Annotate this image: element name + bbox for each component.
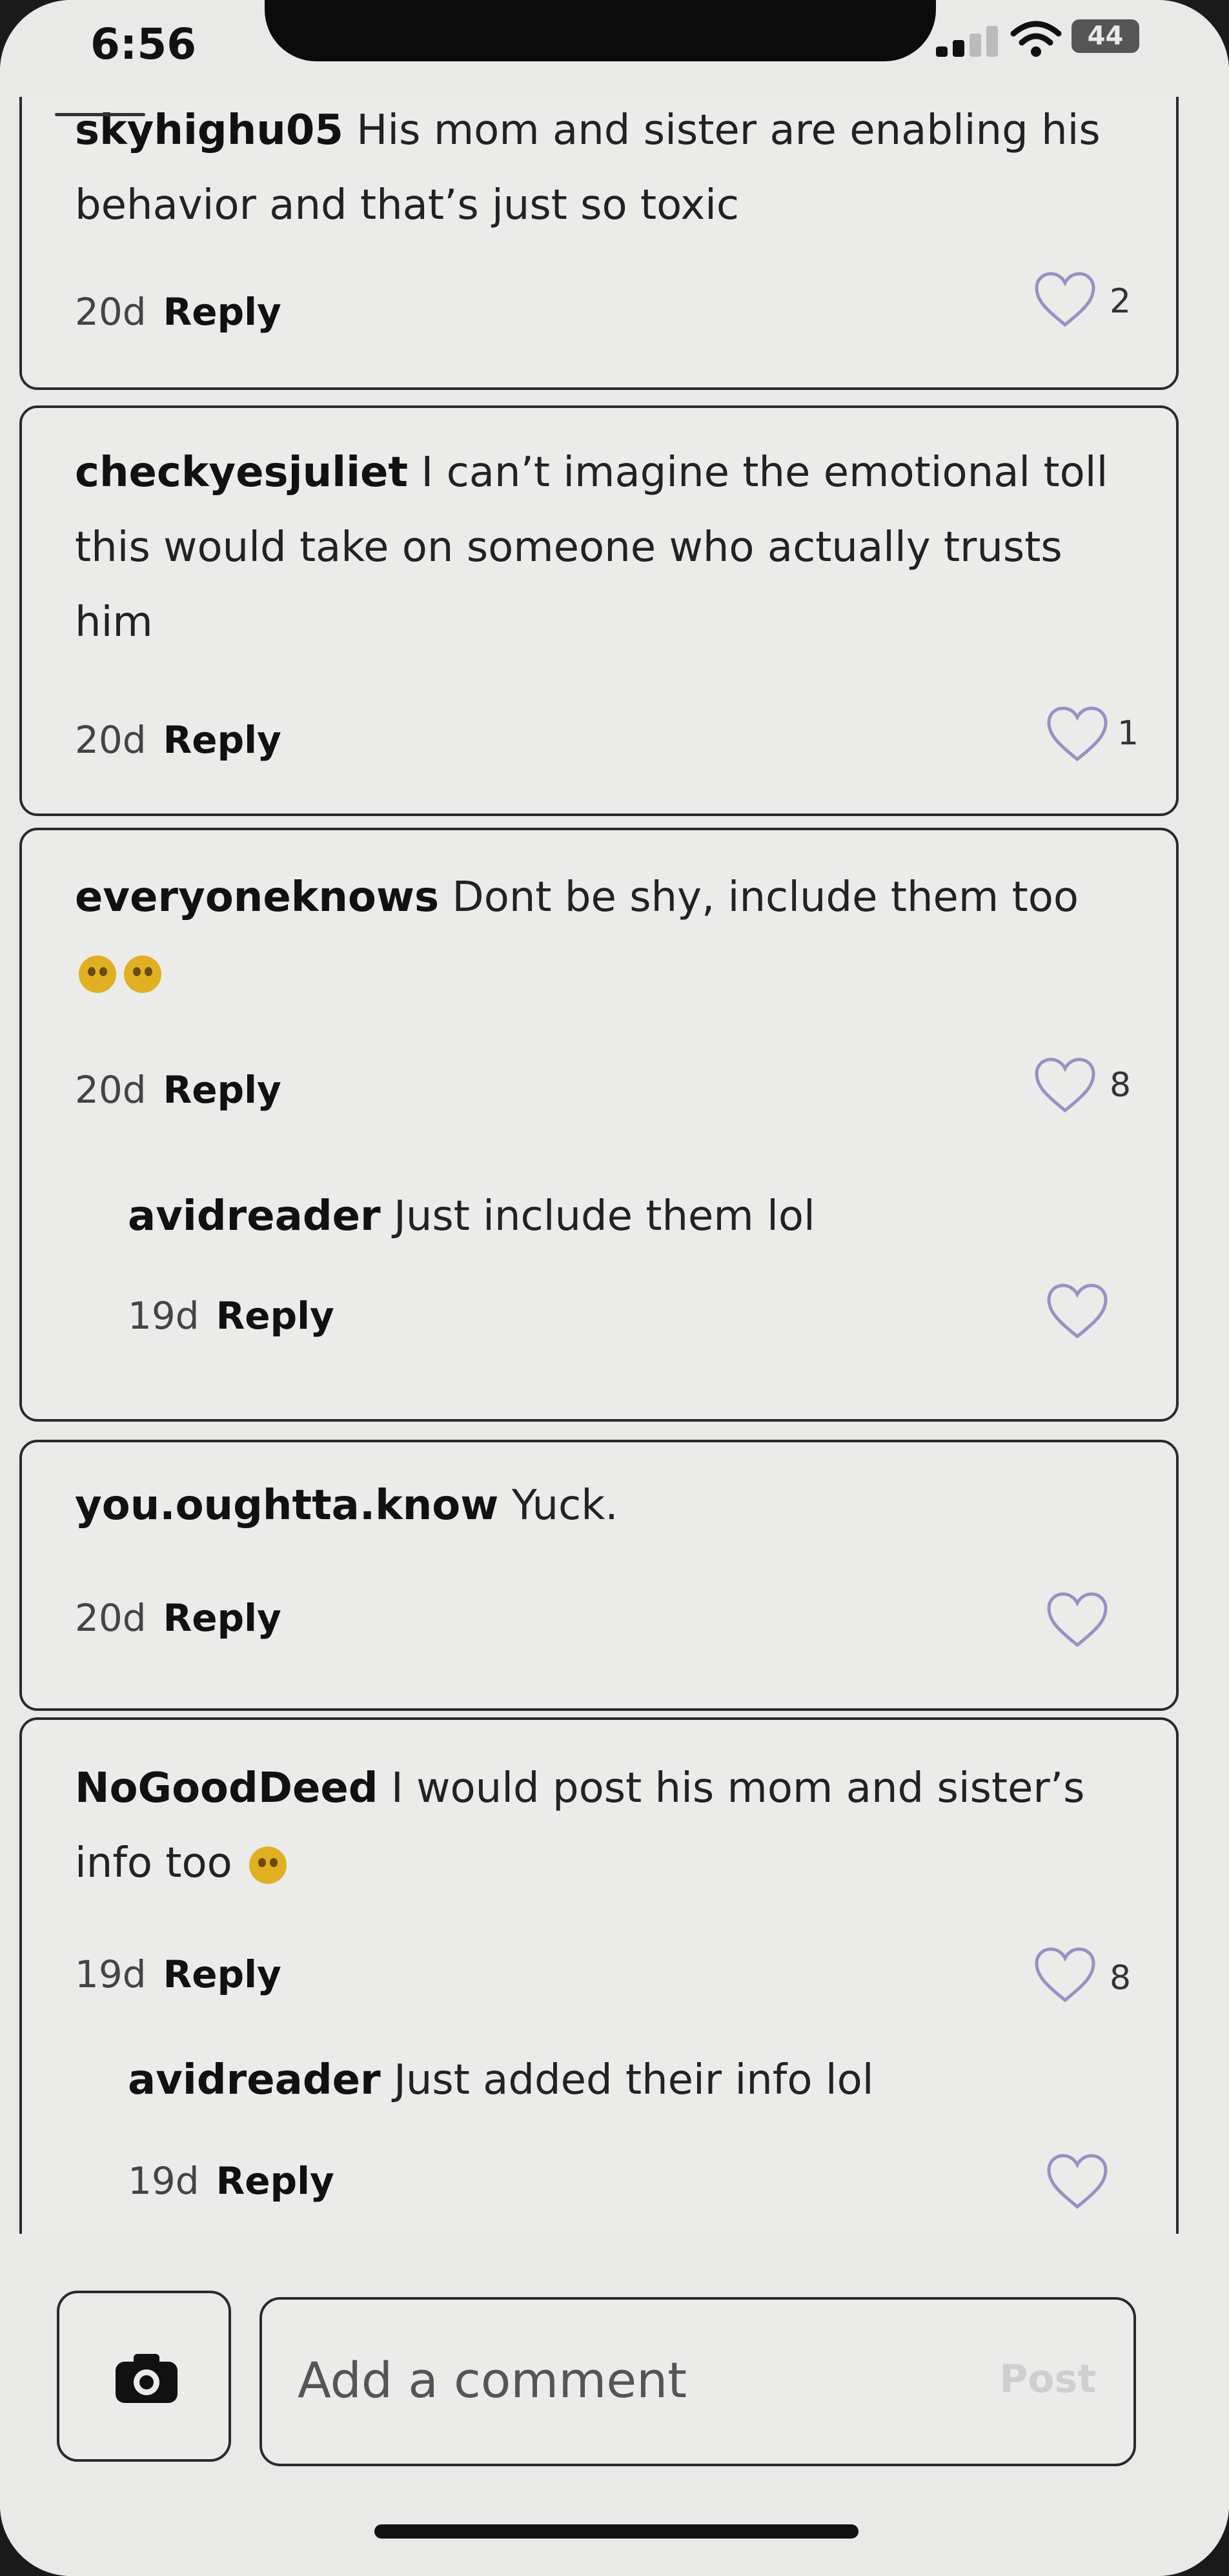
reply-meta: 19d Reply [128,2159,334,2203]
heart-icon[interactable] [1045,2152,1110,2211]
reply-button[interactable]: Reply [216,2159,334,2203]
post-button[interactable]: Post [999,2356,1096,2402]
wifi-icon [1010,21,1062,57]
comment-meta: 20d Reply [75,290,281,334]
comment-input[interactable]: Add a comment Post [259,2297,1136,2466]
notch [265,0,936,61]
rolling-laughing-emoji-icon [249,1846,287,1885]
comment-card: everyoneknows Dont be shy, include them … [19,828,1179,1422]
comment-text: Dont be shy, include them too [452,874,1079,921]
comment-meta: 20d Reply [75,718,281,762]
status-time: 6:56 [90,19,197,69]
heart-icon[interactable] [1045,705,1110,763]
comment-username[interactable]: everyoneknows [75,874,439,921]
hand-over-mouth-emoji-icon [79,956,116,994]
reply-username[interactable]: avidreader [128,2056,381,2104]
reply-button[interactable]: Reply [163,1596,281,1640]
home-indicator[interactable] [374,2524,858,2539]
heart-icon[interactable] [1033,271,1097,329]
comment-text: Yuck. [511,1482,618,1529]
reply-text: Just added their info lol [393,2056,874,2104]
comment-meta: 19d Reply [75,1952,281,1996]
comment-card: skyhighu05 His mom and sister are enabli… [19,97,1179,390]
phone-screen: 6:56 44 skyhighu05 His mom and sister ar… [0,0,1229,2576]
reply-text: Just include them lol [393,1192,815,1240]
like-count: 8 [1110,1959,1132,1998]
comment-card: NoGoodDeed I would post his mom and sist… [19,1717,1179,2234]
like-count: 2 [1110,282,1132,321]
reply-button[interactable]: Reply [163,718,281,762]
reply-button[interactable]: Reply [163,290,281,334]
comment-card: you.oughtta.know Yuck. 20d Reply [19,1440,1179,1711]
comment-body: checkyesjuliet I can’t imagine the emoti… [75,435,1133,660]
reply-button[interactable]: Reply [163,1068,281,1112]
reply-body: avidreader Just added their info lol [128,2043,1186,2118]
reply-meta: 19d Reply [128,1294,334,1338]
comment-body: you.oughtta.know Yuck. [75,1468,1133,1543]
hand-over-mouth-emoji-icon [124,956,161,994]
comment-age: 20d [75,290,147,334]
comment-age: 20d [75,1596,147,1640]
camera-icon [116,2354,178,2403]
heart-icon[interactable] [1033,1056,1097,1114]
comments-list[interactable]: skyhighu05 His mom and sister are enabli… [0,97,1229,2234]
comment-age: 20d [75,1068,147,1112]
comment-composer: Add a comment Post [0,2234,1229,2576]
comment-username[interactable]: you.oughtta.know [75,1482,498,1529]
battery-icon: 44 [1072,19,1139,53]
sheet-grabber[interactable] [55,113,145,116]
signal-icon [936,25,1013,57]
heart-icon[interactable] [1045,1591,1110,1649]
reply-age: 19d [128,2159,199,2203]
like-count: 1 [1117,714,1139,753]
heart-icon[interactable] [1033,1946,1097,2004]
comment-meta: 20d Reply [75,1596,281,1640]
reply-age: 19d [128,1294,199,1338]
reply-body: avidreader Just include them lol [128,1179,1186,1254]
comment-card: checkyesjuliet I can’t imagine the emoti… [19,405,1179,816]
reply-username[interactable]: avidreader [128,1192,381,1240]
comment-input-placeholder: Add a comment [298,2351,687,2409]
comment-age: 20d [75,718,147,762]
comment-body: everyoneknows Dont be shy, include them … [75,860,1133,1010]
reply-button[interactable]: Reply [163,1952,281,1996]
comment-username[interactable]: NoGoodDeed [75,1764,378,1812]
camera-button[interactable] [57,2291,231,2462]
comment-meta: 20d Reply [75,1068,281,1112]
heart-icon[interactable] [1045,1282,1110,1340]
comment-body: NoGoodDeed I would post his mom and sist… [75,1751,1133,1901]
comment-age: 19d [75,1952,147,1996]
like-count: 8 [1110,1066,1132,1105]
status-bar: 6:56 44 [0,0,1229,97]
comment-username[interactable]: checkyesjuliet [75,449,408,496]
comment-body: skyhighu05 His mom and sister are enabli… [75,97,1133,243]
reply-button[interactable]: Reply [216,1294,334,1338]
